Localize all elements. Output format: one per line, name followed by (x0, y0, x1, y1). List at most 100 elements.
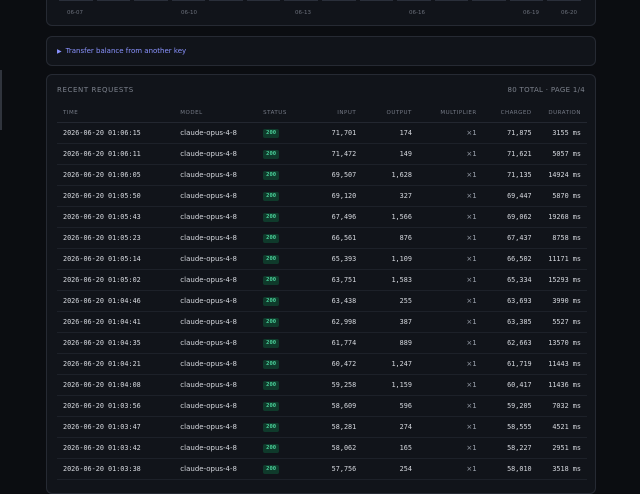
cell-input: 62,998 (307, 311, 357, 333)
cell-charged: 63,693 (476, 290, 532, 312)
col-model: MODEL (180, 103, 264, 123)
cell-duration: 11436 ms (531, 374, 587, 396)
cell-charged: 65,334 (476, 269, 532, 291)
cell-time: 2026-06-20 01:03:38 (57, 458, 181, 480)
cell-time: 2026-06-20 01:05:43 (57, 206, 181, 228)
table-row[interactable]: 2026-06-20 01:04:41 claude-opus-4-8 200 62,… (57, 311, 587, 333)
cell-multiplier: ×1 (411, 164, 477, 186)
table-row[interactable]: 2026-06-20 01:06:05 claude-opus-4-8 200 69,… (57, 164, 587, 186)
col-charged: CHARGED (476, 103, 532, 123)
chart-bar (59, 0, 93, 1)
col-multiplier: MULTIPLIER (411, 103, 477, 123)
table-row[interactable]: 2026-06-20 01:05:50 claude-opus-4-8 200 69,… (57, 185, 587, 207)
cell-model: claude-opus-4-8 (180, 437, 264, 459)
cell-model: claude-opus-4-8 (180, 416, 264, 438)
table-row[interactable]: 2026-06-20 01:04:35 claude-opus-4-8 200 61,… (57, 332, 587, 354)
cell-status: 200 (263, 206, 308, 228)
cell-duration: 5057 ms (531, 143, 587, 165)
table-row[interactable]: 2026-06-20 01:03:42 claude-opus-4-8 200 58,… (57, 437, 587, 459)
cell-model: claude-opus-4-8 (180, 164, 264, 186)
chart-tick-label: 06-20 (561, 10, 577, 16)
cell-status: 200 (263, 185, 308, 207)
table-row[interactable]: 2026-06-20 01:04:08 claude-opus-4-8 200 59,… (57, 374, 587, 396)
status-badge: 200 (263, 234, 280, 243)
left-edge-marker (0, 70, 2, 130)
chart-bar (284, 0, 318, 1)
cell-input: 66,561 (307, 227, 357, 249)
table-row[interactable]: 2026-06-20 01:05:02 claude-opus-4-8 200 63,… (57, 269, 587, 291)
cell-time: 2026-06-20 01:05:23 (57, 227, 181, 249)
cell-output: 1,109 (356, 248, 412, 270)
status-badge: 200 (263, 192, 280, 201)
cell-charged: 58,555 (476, 416, 532, 438)
table-row[interactable]: 2026-06-20 01:05:14 claude-opus-4-8 200 65,… (57, 248, 587, 270)
requests-pagination: 80 TOTAL · PAGE 1/4 (507, 86, 585, 94)
cell-duration: 3155 ms (531, 122, 587, 144)
chart-tick-label: 06-10 (181, 10, 197, 16)
cell-model: claude-opus-4-8 (180, 248, 264, 270)
cell-output: 254 (356, 458, 412, 480)
table-row[interactable]: 2026-06-20 01:04:21 claude-opus-4-8 200 60,… (57, 353, 587, 375)
cell-duration: 7032 ms (531, 395, 587, 417)
cell-output: 174 (356, 122, 412, 144)
cell-multiplier: ×1 (411, 395, 477, 417)
cell-status: 200 (263, 353, 308, 375)
cell-model: claude-opus-4-8 (180, 290, 264, 312)
status-badge: 200 (263, 318, 280, 327)
cell-input: 58,281 (307, 416, 357, 438)
status-badge: 200 (263, 423, 280, 432)
cell-input: 58,609 (307, 395, 357, 417)
cell-output: 876 (356, 227, 412, 249)
recent-requests-panel: RECENT REQUESTS 80 TOTAL · PAGE 1/4 TIME… (46, 74, 596, 494)
table-row[interactable]: 2026-06-20 01:03:56 claude-opus-4-8 200 58,… (57, 395, 587, 417)
cell-multiplier: ×1 (411, 227, 477, 249)
chart-x-axis: 06-07 06-10 06-13 06-16 06-19 06-20 (47, 10, 595, 20)
table-row[interactable]: 2026-06-20 01:05:23 claude-opus-4-8 200 66,… (57, 227, 587, 249)
cell-model: claude-opus-4-8 (180, 122, 264, 144)
cell-duration: 14924 ms (531, 164, 587, 186)
cell-charged: 61,719 (476, 353, 532, 375)
cell-input: 65,393 (307, 248, 357, 270)
cell-charged: 71,621 (476, 143, 532, 165)
chart-bar (246, 0, 281, 1)
chart-bar (96, 0, 131, 1)
cell-input: 71,701 (307, 122, 357, 144)
cell-model: claude-opus-4-8 (180, 332, 264, 354)
col-duration: DURATION (531, 103, 587, 123)
status-badge: 200 (263, 171, 280, 180)
cell-duration: 8758 ms (531, 227, 587, 249)
table-row[interactable]: 2026-06-20 01:03:38 claude-opus-4-8 200 57,… (57, 458, 587, 480)
table-row[interactable]: 2026-06-20 01:04:46 claude-opus-4-8 200 63,… (57, 290, 587, 312)
chart-bar (547, 0, 581, 1)
cell-multiplier: ×1 (411, 248, 477, 270)
cell-time: 2026-06-20 01:05:14 (57, 248, 181, 270)
chart-tick-label: 06-16 (409, 10, 425, 16)
cell-output: 149 (356, 143, 412, 165)
cell-output: 889 (356, 332, 412, 354)
cell-status: 200 (263, 395, 308, 417)
table-row[interactable]: 2026-06-20 01:05:43 claude-opus-4-8 200 67,… (57, 206, 587, 228)
cell-duration: 3990 ms (531, 290, 587, 312)
transfer-toggle[interactable]: ▶ Transfer balance from another key (57, 47, 186, 55)
cell-input: 71,472 (307, 143, 357, 165)
chart-bar (509, 0, 544, 1)
cell-time: 2026-06-20 01:03:56 (57, 395, 181, 417)
cell-multiplier: ×1 (411, 143, 477, 165)
chart-bar (209, 0, 243, 1)
table-row[interactable]: 2026-06-20 01:06:15 claude-opus-4-8 200 71,… (57, 122, 587, 144)
cell-status: 200 (263, 332, 308, 354)
table-row[interactable]: 2026-06-20 01:06:11 claude-opus-4-8 200 71,… (57, 143, 587, 165)
chart-bar (397, 0, 431, 1)
cell-multiplier: ×1 (411, 416, 477, 438)
cell-input: 63,751 (307, 269, 357, 291)
cell-status: 200 (263, 311, 308, 333)
cell-output: 165 (356, 437, 412, 459)
cell-input: 67,496 (307, 206, 357, 228)
table-row[interactable]: 2026-06-20 01:03:47 claude-opus-4-8 200 58,… (57, 416, 587, 438)
cell-input: 58,062 (307, 437, 357, 459)
cell-model: claude-opus-4-8 (180, 374, 264, 396)
status-badge: 200 (263, 129, 280, 138)
col-status: STATUS (263, 103, 308, 123)
transfer-panel: ▶ Transfer balance from another key (46, 36, 596, 66)
cell-charged: 69,447 (476, 185, 532, 207)
